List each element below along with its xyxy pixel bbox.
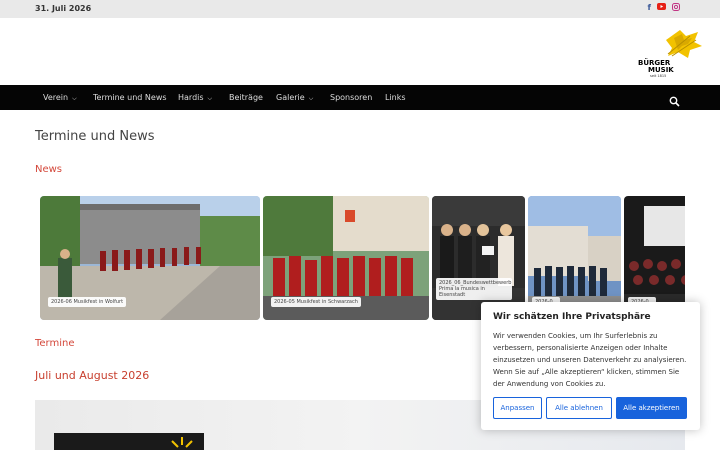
nav-item-galerie[interactable]: Galerie ⌵ [276,85,313,110]
logo-year: seit 1815 [650,74,667,78]
month-heading[interactable]: Juli und August 2026 [35,369,149,382]
nav-label: Beiträge [229,93,263,102]
cookie-text: Wir verwenden Cookies, um Ihr Surferlebn… [493,332,687,388]
nav-item-termine[interactable]: Termine und News [93,85,167,110]
nav-label: Galerie [276,93,305,102]
customize-button[interactable]: Anpassen [493,397,542,419]
page-title: Termine und News [35,129,155,144]
site-logo[interactable]: BÜRGER MUSIK seit 1815 [638,28,704,80]
nav-item-beitraege[interactable]: Beiträge [229,85,263,110]
sparkle-icon [171,437,193,448]
termine-heading: Termine [35,338,75,349]
logo-line2: MUSIK [648,66,674,74]
nav-item-sponsoren[interactable]: Sponsoren [330,85,372,110]
accept-all-button[interactable]: Alle akzeptieren [616,397,687,419]
gallery-image-wolfurt[interactable]: 2026-06 Musikfest in Wolfurt [40,196,260,320]
nav-label: Hardis [178,93,204,102]
top-bar: 31. Juli 2026 f [0,0,720,18]
gallery-caption: 2026-06 Musikfest in Wolfurt [48,297,127,307]
instagram-icon[interactable] [672,3,680,13]
gallery-caption: 2026_06_Bundeswettbewerb Prima la musica… [436,278,512,300]
gallery-image-schwarzach[interactable]: 2026-05 Musikfest in Schwarzach [263,196,429,320]
chevron-down-icon: ⌵ [207,95,213,102]
news-heading: News [35,164,63,175]
cookie-consent-dialog: Wir schätzen Ihre Privatsphäre Wir verwe… [481,302,700,430]
current-date: 31. Juli 2026 [35,4,92,13]
social-links: f [648,3,680,13]
nav-label: Links [385,93,406,102]
chevron-down-icon: ⌵ [72,95,77,102]
nav-item-verein[interactable]: Verein ⌵ [43,85,77,110]
nav-item-links[interactable]: Links [385,85,406,110]
facebook-icon[interactable]: f [648,3,651,13]
nav-item-hardis[interactable]: Hardis ⌵ [178,85,212,110]
youtube-icon[interactable] [657,3,666,13]
logo-wordmark: BÜRGER MUSIK [638,60,674,74]
nav-label: Verein [43,93,69,102]
search-icon[interactable] [669,92,680,107]
chevron-down-icon: ⌵ [308,95,314,102]
gallery-caption: 2026-05 Musikfest in Schwarzach [271,297,361,307]
cookie-title: Wir schätzen Ihre Privatsphäre [493,312,651,322]
event-poster [54,433,204,450]
nav-label: Termine und News [93,93,167,102]
reject-all-button[interactable]: Alle ablehnen [546,397,612,419]
site-header: BÜRGER MUSIK seit 1815 [0,18,720,85]
nav-label: Sponsoren [330,93,373,102]
main-navigation: Verein ⌵ Termine und News Hardis ⌵ Beiträg… [0,85,720,110]
